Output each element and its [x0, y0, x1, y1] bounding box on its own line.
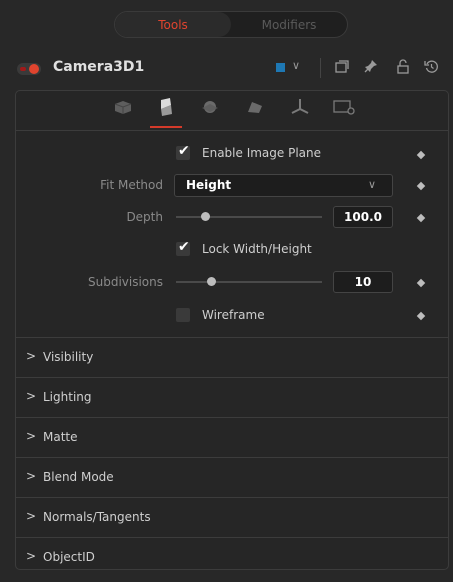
section-lighting[interactable]: > Lighting: [16, 377, 448, 417]
lock-icon[interactable]: [396, 59, 410, 74]
section-title: Blend Mode: [43, 470, 114, 484]
section-title: Matte: [43, 430, 78, 444]
section-normals-tangents[interactable]: > Normals/Tangents: [16, 497, 448, 537]
image-plane-icon[interactable]: [153, 96, 179, 118]
settings-icon[interactable]: [331, 96, 357, 118]
window-icon[interactable]: [335, 60, 349, 74]
wireframe-label: Wireframe: [202, 308, 265, 322]
chevron-right-icon: >: [26, 509, 37, 523]
chevron-right-icon: >: [26, 429, 37, 443]
chevron-right-icon: >: [26, 349, 37, 363]
enable-image-plane-label: Enable Image Plane: [202, 146, 321, 160]
enable-image-plane-checkbox[interactable]: ✔: [176, 143, 190, 160]
section-title: Normals/Tangents: [43, 510, 151, 524]
lock-width-height-checkbox[interactable]: ✔: [176, 239, 190, 256]
material-icon[interactable]: [242, 96, 268, 118]
node-enable-toggle[interactable]: [17, 63, 41, 75]
pin-icon[interactable]: [364, 59, 378, 73]
active-subtab-indicator: [150, 126, 182, 128]
section-matte[interactable]: > Matte: [16, 417, 448, 457]
chevron-right-icon: >: [26, 469, 37, 483]
subdivisions-input[interactable]: 10: [333, 271, 393, 293]
tab-tools[interactable]: Tools: [115, 12, 231, 37]
node-color-swatch[interactable]: [276, 63, 285, 72]
lock-width-height-label: Lock Width/Height: [202, 242, 312, 256]
fit-method-label: Fit Method: [100, 178, 163, 192]
header-divider: [320, 58, 321, 78]
subdivisions-slider-knob[interactable]: [207, 277, 216, 286]
chevron-right-icon: >: [26, 389, 37, 403]
chevron-right-icon: >: [26, 549, 37, 563]
chevron-down-icon: ∨: [368, 178, 377, 191]
camera-controls-icon[interactable]: [110, 96, 136, 118]
fit-method-value: Height: [186, 178, 232, 192]
tab-modifiers[interactable]: Modifiers: [231, 12, 347, 37]
section-blend-mode[interactable]: > Blend Mode: [16, 457, 448, 497]
checkmark-icon: ✔: [178, 143, 190, 159]
color-chevron-icon[interactable]: ∨: [292, 59, 300, 72]
depth-input[interactable]: 100.0: [333, 206, 393, 228]
subtab-bar: [16, 91, 448, 131]
wireframe-checkbox[interactable]: [176, 308, 190, 322]
subdivisions-label: Subdivisions: [87, 275, 163, 289]
node-name: Camera3D1: [53, 59, 145, 75]
sphere-icon[interactable]: [197, 96, 223, 118]
depth-slider-track[interactable]: [176, 216, 322, 218]
section-title: Lighting: [43, 390, 92, 404]
depth-slider-knob[interactable]: [201, 212, 210, 221]
checkmark-icon: ✔: [178, 239, 190, 255]
section-objectid[interactable]: > ObjectID: [16, 537, 448, 569]
section-title: Visibility: [43, 350, 94, 364]
tool-modifier-tabs: Tools Modifiers: [114, 11, 348, 38]
subdivisions-slider-track[interactable]: [176, 281, 322, 283]
section-title: ObjectID: [43, 550, 95, 564]
depth-label: Depth: [126, 210, 163, 224]
section-visibility[interactable]: > Visibility: [16, 337, 448, 377]
transform-icon[interactable]: [287, 96, 313, 118]
reset-icon[interactable]: [424, 59, 439, 74]
